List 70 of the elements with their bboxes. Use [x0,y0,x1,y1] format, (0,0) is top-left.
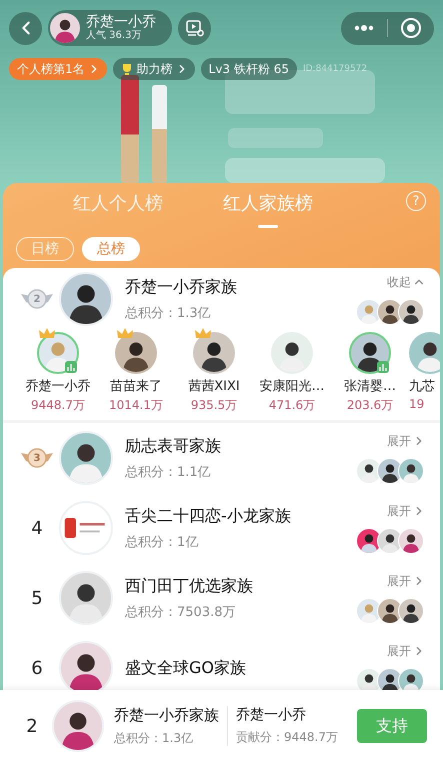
chevron-icon [88,64,99,74]
cup-icon [120,63,133,75]
record-button[interactable] [178,12,211,44]
member-name: 安康阳光… [260,378,324,395]
toggle-button[interactable]: 展开 [387,502,424,520]
toggle-button[interactable]: 展开 [387,432,424,450]
back-button[interactable] [9,12,42,44]
member-name: 张清婴… [344,378,396,395]
avatar [59,641,113,690]
rank-tag[interactable]: 个人榜第1名 [9,58,107,80]
toggle-button[interactable]: 展开 [387,572,424,590]
family-name: 西门田丁优选家族 [125,576,254,596]
family-name: 盛文全球GO家族 [125,658,247,678]
avatar [52,700,104,752]
avatar [398,458,424,484]
contribution-score: 贡献分：9448.7万 [236,729,338,746]
rank-medal: 3 [20,446,54,470]
family-score: 总积分：7503.8万 [125,604,236,620]
family-score: 总积分：1亿 [125,534,200,550]
avatar [398,298,424,324]
family-score: 总积分：1.3亿 [125,304,212,322]
family-name: 乔楚一小乔家族 [114,706,219,724]
member-score: 471.6万 [268,397,316,414]
rank-number: 4 [31,518,43,538]
rank-number: 5 [31,588,43,608]
host-name: 乔楚一小乔 [86,14,156,30]
avatar [356,528,382,554]
period-tab[interactable]: 总榜 [82,237,140,261]
avatar [377,528,403,554]
help-button[interactable]: ? [406,191,426,211]
toggle-button[interactable]: 展开 [387,642,424,660]
family-score: 总积分：1.3亿 [114,730,194,746]
avatar [377,458,403,484]
target-icon [400,17,422,39]
chevron-icon [176,64,187,74]
rank-medal: 2 [20,287,54,311]
more-button[interactable] [353,24,375,32]
avatar [398,598,424,624]
avatar [356,458,382,484]
member-score: 1014.1万 [109,397,163,414]
member-name: 乔楚一小乔 [26,378,90,395]
member-name: 乔楚一小乔 [236,706,307,724]
support-tag[interactable]: 助力榜 [112,58,195,80]
family-name: 励志表哥家族 [125,436,222,456]
tab[interactable]: 红人家族榜 [223,191,313,228]
family-name: 舌尖二十四恋-小龙家族 [125,506,292,526]
member-score: 19 [409,397,424,411]
support-button[interactable]: 支持 [357,709,427,743]
avatar [377,598,403,624]
avatar [356,598,382,624]
popularity-count: 人气 36.3万 [86,30,142,42]
room-id: ID:844179572 [302,64,368,74]
host-chip[interactable]: 乔楚一小乔 人气 36.3万 [48,10,172,46]
toggle-button[interactable]: 收起 [387,274,424,290]
rank-number: 6 [31,658,43,678]
avatar [398,528,424,554]
member-score: 9448.7万 [31,397,85,414]
close-button[interactable] [400,17,422,39]
family-name: 乔楚一小乔家族 [125,276,238,298]
member-name: 苗苗来了 [110,378,162,395]
screen-play-icon [184,18,204,38]
member-name: 九芯 [409,378,435,395]
family-score: 总积分：1.1亿 [125,464,212,480]
member-score: 203.6万 [346,397,394,414]
rank-number: 2 [25,716,39,736]
member-score: 935.5万 [190,397,238,414]
more-icon [353,24,375,32]
avatar [356,298,382,324]
member-name: 茜茜XIXI [188,378,240,395]
fan-level-tag[interactable]: Lv3 铁杆粉 65 [200,58,297,80]
